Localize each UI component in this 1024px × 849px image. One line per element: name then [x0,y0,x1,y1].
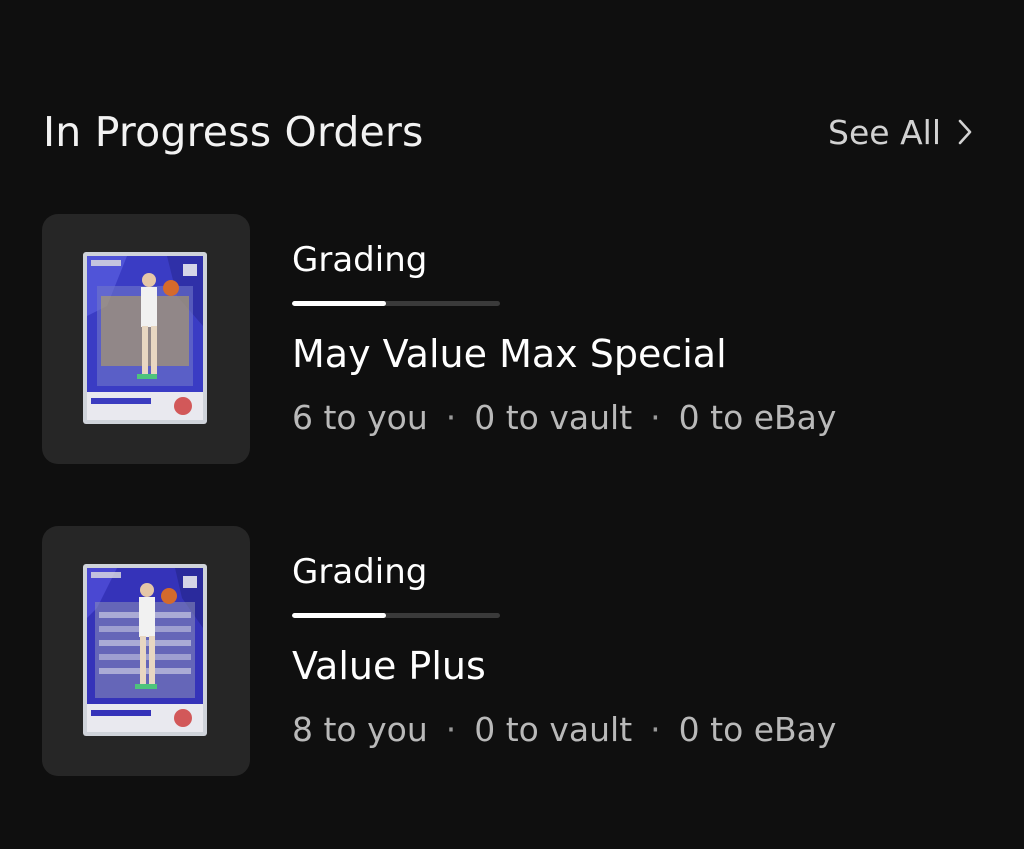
to-vault-count: 0 to vault [474,710,633,749]
separator: · [445,398,457,437]
to-ebay-count: 0 to eBay [678,710,837,749]
order-status: Grading [292,552,428,592]
order-details: 6 to you · 0 to vault · 0 to eBay [292,398,836,437]
order-details: 8 to you · 0 to vault · 0 to eBay [292,710,836,749]
order-progress-bar [292,613,500,618]
order-name: Value Plus [292,644,486,688]
section-title: In Progress Orders [43,108,424,156]
separator: · [650,398,661,437]
order-status: Grading [292,240,428,280]
to-you-count: 6 to you [292,398,428,437]
order-card[interactable]: Grading Value Plus 8 to you · 0 to vault… [42,526,982,776]
trading-card-image [83,252,207,424]
order-name: May Value Max Special [292,332,727,376]
order-progress-fill [292,301,386,306]
order-card[interactable]: Grading May Value Max Special 6 to you ·… [42,214,982,464]
to-you-count: 8 to you [292,710,428,749]
section-header: In Progress Orders See All [43,100,973,164]
separator: · [650,710,661,749]
order-thumbnail [42,526,250,776]
chevron-right-icon [957,118,973,146]
order-progress-fill [292,613,386,618]
trading-card-image [83,564,207,736]
order-thumbnail [42,214,250,464]
see-all-button[interactable]: See All [828,113,973,152]
to-ebay-count: 0 to eBay [678,398,837,437]
to-vault-count: 0 to vault [474,398,633,437]
order-progress-bar [292,301,500,306]
see-all-label: See All [828,112,941,152]
separator: · [445,710,457,749]
